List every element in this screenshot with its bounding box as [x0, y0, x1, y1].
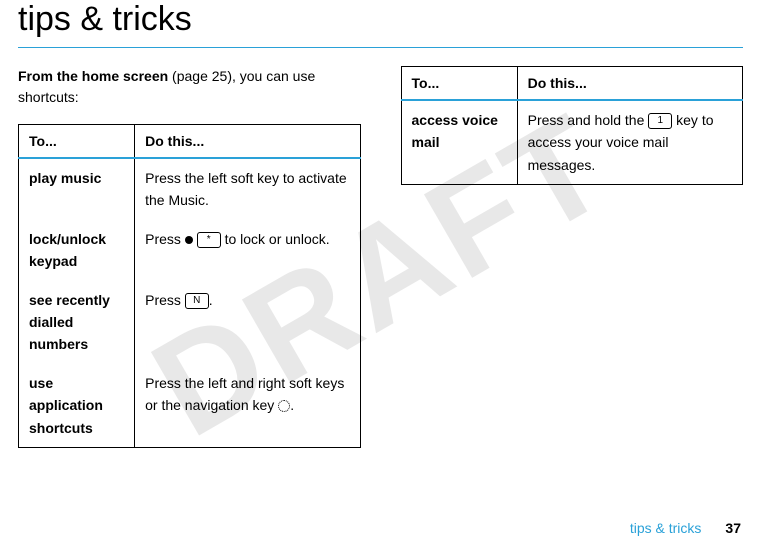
cell-to: lock/unlock keypad — [19, 220, 135, 281]
send-key-icon: N — [185, 293, 209, 309]
shortcuts-table-right: To... Do this... access voice mail Press… — [401, 66, 744, 185]
table-header-row: To... Do this... — [401, 67, 743, 101]
star-key-icon: * — [197, 232, 221, 248]
page-content: tips & tricks From the home screen (page… — [0, 0, 761, 448]
page-number: 37 — [725, 520, 741, 536]
text-pre: Press — [145, 231, 185, 247]
cell-to: access voice mail — [401, 100, 517, 185]
left-column: From the home screen (page 25), you can … — [18, 66, 361, 448]
title-rule — [18, 47, 743, 48]
page-title: tips & tricks — [18, 0, 743, 43]
table-row: use application shortcuts Press the left… — [19, 364, 361, 448]
table-header-row: To... Do this... — [19, 125, 361, 159]
header-to: To... — [19, 125, 135, 159]
table-row: access voice mail Press and hold the 1 k… — [401, 100, 743, 185]
text-post: to lock or unlock. — [221, 231, 330, 247]
text-pre: Press — [145, 292, 185, 308]
columns: From the home screen (page 25), you can … — [18, 66, 743, 448]
header-to: To... — [401, 67, 517, 101]
nav-key-icon — [278, 400, 290, 412]
cell-to: play music — [19, 158, 135, 220]
text-post: . — [209, 292, 213, 308]
table-row: see recently dialled numbers Press N. — [19, 281, 361, 364]
cell-to: use application shortcuts — [19, 364, 135, 448]
table-row: lock/unlock keypad Press * to lock or un… — [19, 220, 361, 281]
shortcuts-table-left: To... Do this... play music Press the le… — [18, 124, 361, 448]
header-do: Do this... — [135, 125, 360, 159]
right-column: To... Do this... access voice mail Press… — [401, 66, 744, 448]
footer: tips & tricks 37 — [630, 520, 741, 536]
cell-do: Press N. — [135, 281, 360, 364]
text-pre: Press the left and right soft keys or th… — [145, 375, 344, 413]
cell-to: see recently dialled numbers — [19, 281, 135, 364]
intro-text: From the home screen (page 25), you can … — [18, 66, 361, 108]
footer-label: tips & tricks — [630, 520, 702, 536]
text-post: . — [290, 397, 294, 413]
one-key-icon: 1 — [648, 113, 672, 129]
table-row: play music Press the left soft key to ac… — [19, 158, 361, 220]
cell-do: Press * to lock or unlock. — [135, 220, 360, 281]
cell-do: Press and hold the 1 key to access your … — [517, 100, 742, 185]
text-pre: Press and hold the — [528, 112, 649, 128]
cell-do: Press the left and right soft keys or th… — [135, 364, 360, 448]
intro-bold: From the home screen — [18, 68, 168, 84]
cell-do: Press the left soft key to activate the … — [135, 158, 360, 220]
header-do: Do this... — [517, 67, 742, 101]
center-key-icon — [185, 236, 193, 244]
